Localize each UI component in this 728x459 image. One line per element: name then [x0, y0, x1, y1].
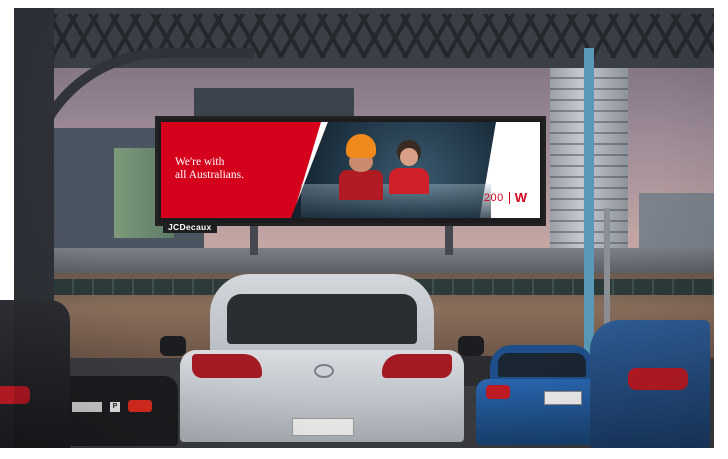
- logo-divider: [508, 191, 510, 204]
- billboard-leg-right: [445, 225, 453, 255]
- suv-tail-light-right: [382, 354, 452, 378]
- bridge-truss-left: [14, 8, 54, 318]
- suv-mirror-left: [160, 336, 186, 356]
- blue-car-right-tail-light: [628, 368, 688, 390]
- blue-hatchback-tail-light: [486, 385, 510, 399]
- suv-mirror-right: [458, 336, 484, 356]
- girl-life-vest: [389, 168, 429, 194]
- billboard-leg-left: [250, 225, 258, 255]
- blue-hatchback-plate: [544, 391, 582, 405]
- westpac-w-mark: W: [514, 190, 527, 205]
- photo-frame: We're with all Australians. 200 W JCDeca…: [0, 0, 728, 459]
- headline-line-1: We're with: [175, 156, 225, 168]
- headline-line-2: all Australians.: [175, 169, 244, 181]
- blue-hatchback-window: [498, 353, 586, 377]
- digital-billboard: We're with all Australians. 200 W: [155, 116, 546, 226]
- white-suv: [160, 272, 484, 442]
- p-plate-badge: P: [110, 402, 120, 412]
- suv-rear-window: [227, 294, 417, 344]
- billboard-headline: We're with all Australians.: [175, 156, 285, 182]
- foreground-car-left: [0, 300, 70, 448]
- dark-sedan-plate: [72, 402, 102, 412]
- rescuer-helmet: [346, 134, 376, 158]
- dark-sedan: P: [58, 366, 178, 446]
- dark-sedan-tail-light: [128, 400, 152, 412]
- girl-face: [400, 148, 418, 166]
- left-car-tail-light: [0, 386, 30, 404]
- billboard-screen: We're with all Australians. 200 W: [161, 122, 540, 218]
- suv-tail-light-left: [192, 354, 262, 378]
- suv-plate: [292, 418, 354, 436]
- blue-car-right: [590, 300, 710, 448]
- westpac-logo: 200 W: [483, 190, 527, 205]
- rescuer-vest: [339, 170, 383, 200]
- jcdecaux-label: JCDecaux: [163, 221, 217, 233]
- anniversary-number: 200: [483, 191, 504, 204]
- kia-badge-icon: [314, 364, 334, 378]
